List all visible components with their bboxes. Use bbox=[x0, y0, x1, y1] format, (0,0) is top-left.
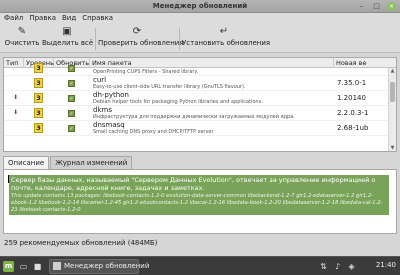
files-icon[interactable]: ■ bbox=[32, 261, 43, 272]
level-badge: 3 bbox=[34, 123, 43, 133]
table-row[interactable]: ⬇ 3 ✓ dh-python Debian helper tools for … bbox=[4, 91, 388, 106]
toolbar-separator bbox=[95, 28, 96, 50]
description-details: This update contains 13 packages: libebo… bbox=[11, 193, 383, 213]
package-description: Инфраструктура для поддержки динамически… bbox=[93, 114, 295, 120]
tab-changelog[interactable]: Журнал изменений bbox=[50, 156, 133, 170]
package-table[interactable]: Тип Уровень Обновить Имя пакета Новая ве… bbox=[3, 57, 397, 152]
taskbar-window-button[interactable]: Менеджер обновлений bbox=[49, 259, 149, 274]
table-row[interactable]: 3 ✓ dnsmasq Small caching DNS proxy and … bbox=[4, 121, 388, 136]
toolbar: ✎ Очистить ▣ Выделить всё ⟳ Проверить об… bbox=[0, 24, 400, 53]
menubar: Файл Правка Вид Справка bbox=[0, 13, 400, 24]
clear-icon: ✎ bbox=[17, 26, 27, 37]
window-titlebar[interactable]: Менеджер обновлений – □ ✕ bbox=[0, 0, 400, 13]
refresh-label: Проверить обновления bbox=[98, 39, 184, 47]
package-description: Small caching DNS proxy and DHCP/TFTP se… bbox=[93, 129, 214, 135]
menu-file[interactable]: Файл bbox=[4, 13, 23, 24]
window-title: Менеджер обновлений bbox=[152, 2, 248, 10]
package-name: dnsmasq bbox=[93, 121, 125, 129]
details-tabs: Описание Журнал изменений bbox=[3, 156, 133, 171]
maximize-button[interactable]: □ bbox=[372, 2, 381, 11]
clear-button[interactable]: ✎ Очистить bbox=[4, 25, 40, 52]
package-description: Debian helper tools for packaging Python… bbox=[93, 99, 263, 105]
install-icon: ↵ bbox=[219, 26, 229, 37]
refresh-icon: ⟳ bbox=[132, 26, 142, 37]
table-row[interactable]: 3 ✓ OpenPrinting CUPS Filters - Shared l… bbox=[4, 61, 388, 76]
table-scrollbar[interactable]: ▲ ▼ bbox=[388, 68, 396, 151]
toolbar-separator bbox=[179, 28, 180, 50]
package-version: 2.68-1ub bbox=[337, 124, 369, 132]
volume-icon[interactable]: ♪ bbox=[332, 261, 343, 272]
upgrade-icon: ⬇ bbox=[13, 109, 19, 116]
window-app-icon bbox=[53, 262, 61, 270]
status-bar: 259 рекомендуемых обновлений (484МБ) bbox=[0, 237, 400, 250]
scrollbar-thumb[interactable] bbox=[390, 82, 395, 102]
level-badge: 3 bbox=[34, 93, 43, 103]
package-version: 2.2.0.3-1 bbox=[337, 109, 369, 117]
menu-icon[interactable]: m bbox=[3, 261, 14, 272]
update-checkbox[interactable]: ✓ bbox=[68, 95, 75, 102]
menu-help[interactable]: Справка bbox=[82, 13, 113, 24]
scroll-up-icon[interactable]: ▲ bbox=[389, 68, 396, 74]
minimize-button[interactable]: – bbox=[357, 2, 366, 11]
package-description: OpenPrinting CUPS Filters - Shared libra… bbox=[93, 69, 199, 75]
update-checkbox[interactable]: ✓ bbox=[68, 80, 75, 87]
install-label: Установить обновления bbox=[182, 39, 271, 47]
select-all-label: Выделить всё bbox=[42, 39, 94, 47]
menu-edit[interactable]: Правка bbox=[29, 13, 56, 24]
package-name: dh-python bbox=[93, 91, 129, 99]
package-version: 7.35.0-1 bbox=[337, 79, 367, 87]
package-version: 1.20140 bbox=[337, 94, 366, 102]
select-all-button[interactable]: ▣ Выделить всё bbox=[42, 25, 94, 52]
table-row[interactable]: ⬇ 3 ✓ dkms Инфраструктура для поддержки … bbox=[4, 106, 388, 121]
level-badge: 3 bbox=[34, 108, 43, 118]
level-badge: 3 bbox=[34, 78, 43, 88]
level-badge: 3 bbox=[34, 63, 43, 73]
security-icon[interactable]: ◈ bbox=[346, 261, 357, 272]
table-row[interactable]: 3 ✓ curl Easy-to-use client-side URL tra… bbox=[4, 76, 388, 91]
package-name: curl bbox=[93, 76, 107, 84]
package-description: Easy-to-use client-side URL transfer lib… bbox=[93, 84, 246, 90]
update-checkbox[interactable]: ✓ bbox=[68, 125, 75, 132]
menu-view[interactable]: Вид bbox=[62, 13, 76, 24]
network-icon[interactable]: ⇅ bbox=[318, 261, 329, 272]
update-checkbox[interactable]: ✓ bbox=[68, 65, 75, 72]
refresh-button[interactable]: ⟳ Проверить обновления bbox=[98, 25, 184, 52]
description-selection: Сервер базы данных, называемый "Сервером… bbox=[9, 175, 389, 215]
taskbar: m ▭ ■ Менеджер обновлений ⇅ ♪ ◈ 21:40 bbox=[0, 256, 400, 275]
update-checkbox[interactable]: ✓ bbox=[68, 110, 75, 117]
close-button[interactable]: ✕ bbox=[387, 2, 396, 11]
scroll-down-icon[interactable]: ▼ bbox=[389, 145, 396, 151]
clock[interactable]: 21:40 bbox=[376, 261, 396, 269]
show-desktop-icon[interactable]: ▭ bbox=[18, 261, 29, 272]
install-button[interactable]: ↵ Установить обновления bbox=[182, 25, 271, 52]
taskbar-task-label: Менеджер обновлений bbox=[64, 262, 150, 270]
select-all-icon: ▣ bbox=[62, 26, 72, 37]
description-text: Сервер базы данных, называемый "Сервером… bbox=[11, 176, 376, 192]
description-panel[interactable]: Сервер базы данных, называемый "Сервером… bbox=[3, 169, 397, 234]
package-name: dkms bbox=[93, 106, 112, 114]
clear-label: Очистить bbox=[4, 39, 40, 47]
upgrade-icon: ⬇ bbox=[13, 94, 19, 101]
